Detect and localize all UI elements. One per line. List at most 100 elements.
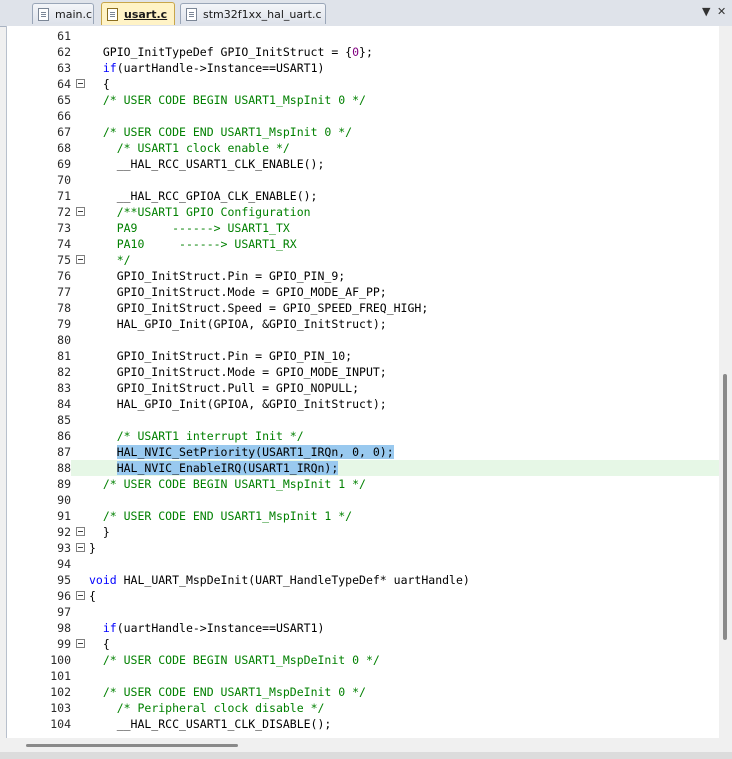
code-line[interactable]: 102 /* USER CODE END USART1_MspDeInit 0 … [7, 684, 725, 700]
line-number: 90 [7, 492, 71, 508]
code-line[interactable]: 90 [7, 492, 725, 508]
code-line[interactable]: 96 { [7, 588, 725, 604]
line-number: 97 [7, 604, 71, 620]
file-icon [186, 7, 197, 21]
close-tab-icon[interactable]: ✕ [717, 5, 726, 18]
code-line[interactable]: 67 /* USER CODE END USART1_MspInit 0 */ [7, 124, 725, 140]
line-number: 89 [7, 476, 71, 492]
code-text: HAL_GPIO_Init(GPIOA, &GPIO_InitStruct); [89, 397, 387, 411]
line-number: 94 [7, 556, 71, 572]
fold-collapse-icon[interactable] [76, 207, 85, 216]
code-line[interactable]: 98 if(uartHandle->Instance==USART1) [7, 620, 725, 636]
code-line[interactable]: 82 GPIO_InitStruct.Mode = GPIO_MODE_INPU… [7, 364, 725, 380]
code-line[interactable]: 88 HAL_NVIC_EnableIRQ(USART1_IRQn); [7, 460, 725, 476]
code-text: /* USER CODE END USART1_MspDeInit 0 */ [102, 685, 366, 699]
code-line[interactable]: 103 /* Peripheral clock disable */ [7, 700, 725, 716]
code-line[interactable]: 61 [7, 28, 725, 44]
line-number: 67 [7, 124, 71, 140]
code-line[interactable]: 68 /* USART1 clock enable */ [7, 140, 725, 156]
code-line[interactable]: 66 [7, 108, 725, 124]
vertical-scroll-thumb[interactable] [723, 374, 727, 640]
code-text: GPIO_InitStruct.Pull = GPIO_NOPULL; [89, 381, 360, 395]
code-line[interactable]: 75 */ [7, 252, 725, 268]
code-line[interactable]: 71 __HAL_RCC_GPIOA_CLK_ENABLE(); [7, 188, 725, 204]
line-number: 87 [7, 444, 71, 460]
tab-stm32f1xx-hal-uart-c[interactable]: stm32f1xx_hal_uart.c [180, 3, 326, 24]
code-line[interactable]: 99 { [7, 636, 725, 652]
line-number: 73 [7, 220, 71, 236]
tab-usart-c[interactable]: usart.c [101, 2, 175, 25]
fold-collapse-icon[interactable] [76, 639, 85, 648]
fold-collapse-icon[interactable] [76, 527, 85, 536]
code-line[interactable]: 87 HAL_NVIC_SetPriority(USART1_IRQn, 0, … [7, 444, 725, 460]
tab-label: usart.c [124, 7, 168, 21]
code-line[interactable]: 65 /* USER CODE BEGIN USART1_MspInit 0 *… [7, 92, 725, 108]
code-line[interactable]: 81 GPIO_InitStruct.Pin = GPIO_PIN_10; [7, 348, 725, 364]
code-line[interactable]: 95 void HAL_UART_MspDeInit(UART_HandleTyp… [7, 572, 725, 588]
code-line[interactable]: 64 { [7, 76, 725, 92]
fold-collapse-icon[interactable] [76, 543, 85, 552]
horizontal-scrollbar[interactable] [6, 738, 719, 752]
line-number: 102 [7, 684, 71, 700]
code-line[interactable]: 92 } [7, 524, 725, 540]
code-line[interactable]: 97 [7, 604, 725, 620]
code-line[interactable]: 86 /* USART1 interrupt Init */ [7, 428, 725, 444]
code-line[interactable]: 94 [7, 556, 725, 572]
code-text: HAL_GPIO_Init(GPIOA, &GPIO_InitStruct); [89, 317, 387, 331]
code-text: if(uartHandle->Instance==USART1) [102, 621, 325, 635]
status-strip [0, 752, 732, 759]
line-number: 64 [7, 76, 71, 92]
code-line[interactable]: 62 GPIO_InitTypeDef GPIO_InitStruct = {0… [7, 44, 725, 60]
line-number: 77 [7, 284, 71, 300]
tab-bar: main.c usart.c stm32f1xx_hal_uart.c ▼ ✕ [0, 0, 732, 27]
file-icon [107, 7, 118, 21]
code-text: HAL_NVIC_EnableIRQ(USART1_IRQn); [116, 461, 339, 475]
code-line[interactable]: 89 /* USER CODE BEGIN USART1_MspInit 1 *… [7, 476, 725, 492]
horizontal-scroll-thumb[interactable] [26, 744, 238, 747]
vertical-scrollbar[interactable] [719, 26, 732, 738]
code-text: GPIO_InitStruct.Mode = GPIO_MODE_INPUT; [89, 365, 387, 379]
code-line[interactable]: 74 PA10 ------> USART1_RX [7, 236, 725, 252]
line-number: 91 [7, 508, 71, 524]
code-line[interactable]: 73 PA9 ------> USART1_TX [7, 220, 725, 236]
line-number: 69 [7, 156, 71, 172]
code-text: GPIO_InitStruct.Speed = GPIO_SPEED_FREQ_… [89, 301, 429, 315]
code-text: GPIO_InitStruct.Mode = GPIO_MODE_AF_PP; [89, 285, 387, 299]
fold-collapse-icon[interactable] [76, 255, 85, 264]
code-line[interactable]: 104 __HAL_RCC_USART1_CLK_DISABLE(); [7, 716, 725, 732]
code-editor[interactable]: 61 62 GPIO_InitTypeDef GPIO_InitStruct = … [6, 26, 725, 738]
code-line[interactable]: 91 /* USER CODE END USART1_MspInit 1 */ [7, 508, 725, 524]
code-line[interactable]: 77 GPIO_InitStruct.Mode = GPIO_MODE_AF_P… [7, 284, 725, 300]
tab-list-dropdown-icon[interactable]: ▼ [702, 5, 710, 18]
code-line[interactable]: 93} [7, 540, 725, 556]
code-text: } [89, 541, 96, 555]
line-number: 85 [7, 412, 71, 428]
fold-collapse-icon[interactable] [76, 591, 85, 600]
code-line[interactable]: 83 GPIO_InitStruct.Pull = GPIO_NOPULL; [7, 380, 725, 396]
line-number: 98 [7, 620, 71, 636]
code-line[interactable]: 63 if(uartHandle->Instance==USART1) [7, 60, 725, 76]
line-number: 100 [7, 652, 71, 668]
line-number: 83 [7, 380, 71, 396]
code-text: __HAL_RCC_USART1_CLK_ENABLE(); [89, 157, 325, 171]
line-number: 99 [7, 636, 71, 652]
line-number: 61 [7, 28, 71, 44]
code-line[interactable]: 70 [7, 172, 725, 188]
code-line[interactable]: 78 GPIO_InitStruct.Speed = GPIO_SPEED_FR… [7, 300, 725, 316]
line-number: 65 [7, 92, 71, 108]
code-line[interactable]: 100 /* USER CODE BEGIN USART1_MspDeInit … [7, 652, 725, 668]
code-line[interactable]: 79 HAL_GPIO_Init(GPIOA, &GPIO_InitStruct… [7, 316, 725, 332]
code-line[interactable]: 69 __HAL_RCC_USART1_CLK_ENABLE(); [7, 156, 725, 172]
code-line[interactable]: 72 /**USART1 GPIO Configuration [7, 204, 725, 220]
code-text: { [89, 77, 110, 91]
code-line[interactable]: 101 [7, 668, 725, 684]
line-number: 92 [7, 524, 71, 540]
tab-main-c[interactable]: main.c [32, 3, 94, 24]
code-line[interactable]: 76 GPIO_InitStruct.Pin = GPIO_PIN_9; [7, 268, 725, 284]
fold-collapse-icon[interactable] [76, 79, 85, 88]
code-line[interactable]: 80 [7, 332, 725, 348]
code-line[interactable]: 85 [7, 412, 725, 428]
code-text: /* USART1 clock enable */ [116, 141, 290, 155]
line-number: 75 [7, 252, 71, 268]
code-line[interactable]: 84 HAL_GPIO_Init(GPIOA, &GPIO_InitStruct… [7, 396, 725, 412]
